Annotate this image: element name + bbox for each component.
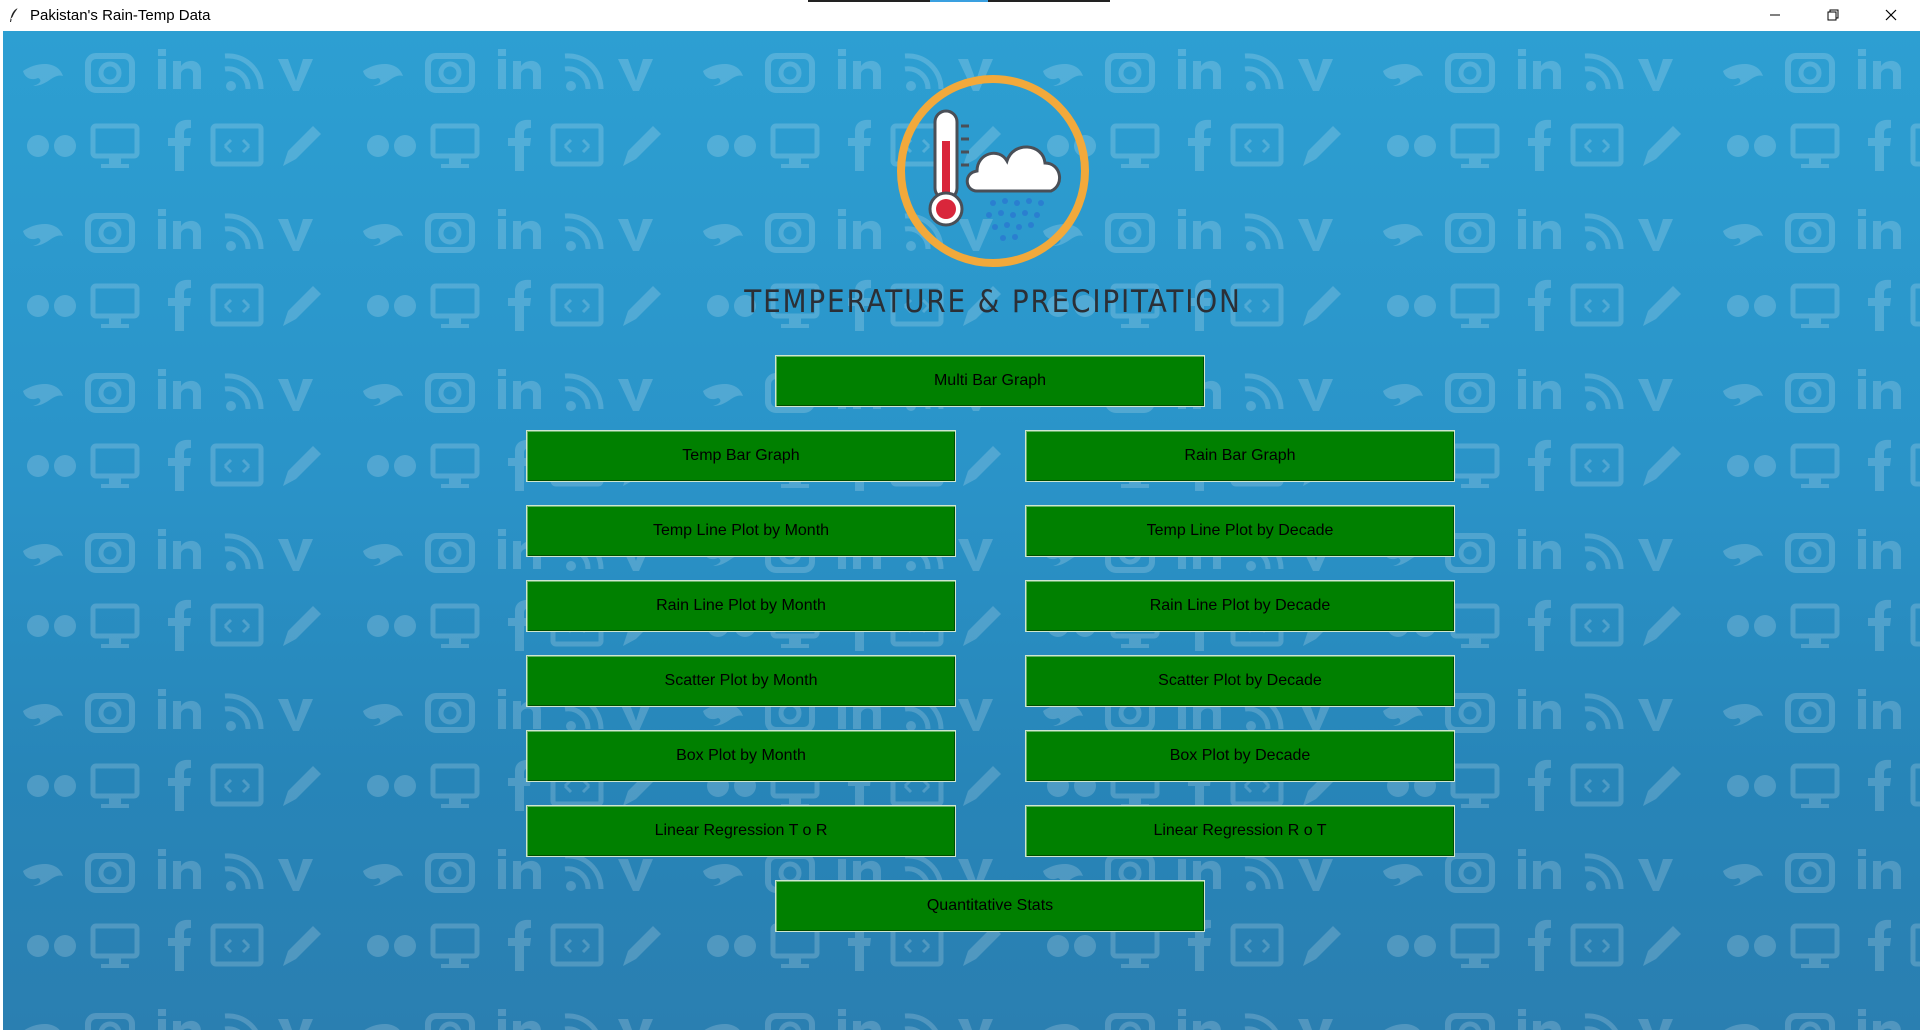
temp-line-month-button[interactable]: Temp Line Plot by Month [526, 505, 956, 557]
feather-icon [6, 7, 22, 23]
thermometer-rain-cloud-icon [893, 71, 1093, 271]
temp-bar-graph-button[interactable]: Temp Bar Graph [526, 430, 956, 482]
multi-bar-graph-button[interactable]: Multi Bar Graph [775, 355, 1205, 407]
app-window: Pakistan's Rain-Temp Data TEMPERATURE & … [0, 0, 1920, 1030]
box-decade-button[interactable]: Box Plot by Decade [1025, 730, 1455, 782]
minimize-icon[interactable] [1746, 0, 1804, 30]
title-bar-indicator [808, 0, 1110, 2]
box-month-button[interactable]: Box Plot by Month [526, 730, 956, 782]
close-icon[interactable] [1862, 0, 1920, 30]
window-title: Pakistan's Rain-Temp Data [30, 6, 211, 24]
title-bar[interactable]: Pakistan's Rain-Temp Data [0, 0, 1920, 30]
temp-line-decade-button[interactable]: Temp Line Plot by Decade [1025, 505, 1455, 557]
main-panel: TEMPERATURE & PRECIPITATION Multi Bar Gr… [3, 31, 1920, 1030]
rain-line-decade-button[interactable]: Rain Line Plot by Decade [1025, 580, 1455, 632]
quantitative-stats-button[interactable]: Quantitative Stats [775, 880, 1205, 932]
linear-regression-t-r-button[interactable]: Linear Regression T o R [526, 805, 956, 857]
window-controls [1746, 0, 1920, 30]
rain-line-month-button[interactable]: Rain Line Plot by Month [526, 580, 956, 632]
scatter-decade-button[interactable]: Scatter Plot by Decade [1025, 655, 1455, 707]
rain-bar-graph-button[interactable]: Rain Bar Graph [1025, 430, 1455, 482]
restore-icon[interactable] [1804, 0, 1862, 30]
linear-regression-r-t-button[interactable]: Linear Regression R o T [1025, 805, 1455, 857]
scatter-month-button[interactable]: Scatter Plot by Month [526, 655, 956, 707]
page-title: TEMPERATURE & PRECIPITATION [744, 284, 1242, 320]
